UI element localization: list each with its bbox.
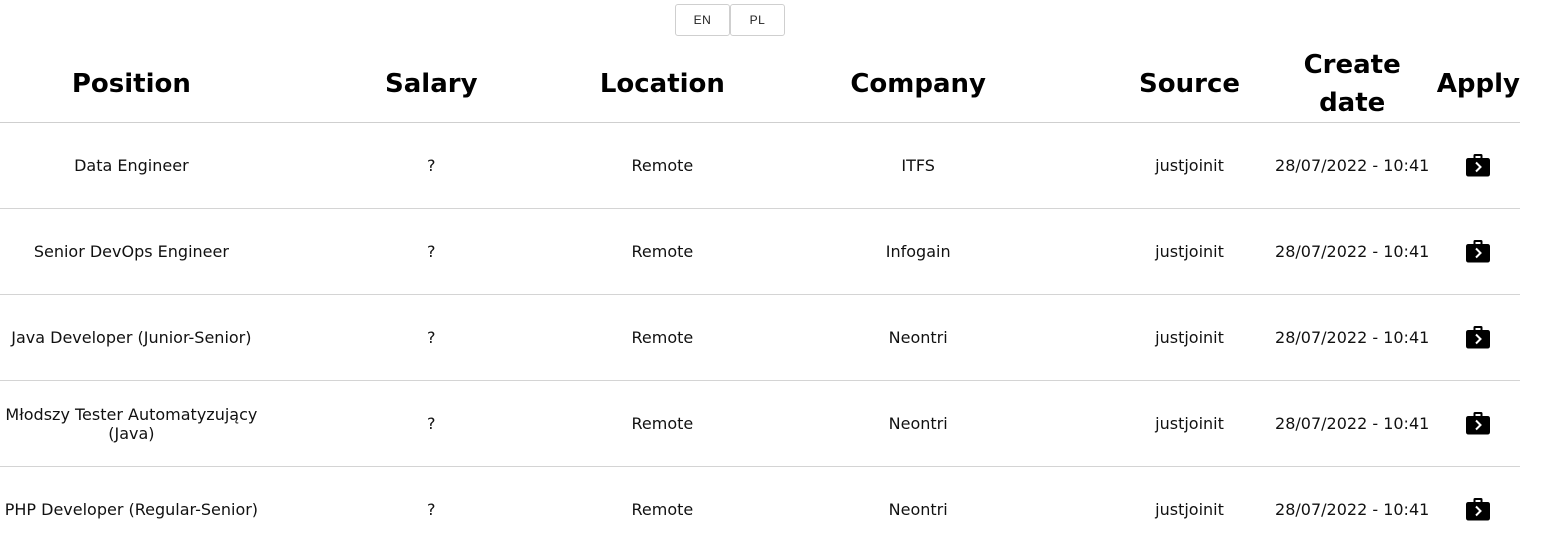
header-apply: Apply bbox=[1437, 46, 1520, 123]
cell-source: justjoinit bbox=[1111, 123, 1267, 209]
language-switch: EN PL bbox=[675, 4, 785, 36]
header-salary: Salary bbox=[263, 46, 600, 123]
lang-pl-button[interactable]: PL bbox=[730, 4, 785, 36]
cell-source: justjoinit bbox=[1111, 209, 1267, 295]
lang-en-button[interactable]: EN bbox=[675, 4, 730, 36]
cell-position: Java Developer (Junior-Senior) bbox=[0, 295, 263, 381]
cell-source: justjoinit bbox=[1111, 467, 1267, 552]
briefcase-arrow-icon bbox=[1465, 497, 1491, 521]
cell-salary: ? bbox=[263, 467, 600, 552]
cell-position: Senior DevOps Engineer bbox=[0, 209, 263, 295]
cell-company: Neontri bbox=[725, 381, 1112, 467]
briefcase-arrow-icon bbox=[1465, 411, 1491, 435]
briefcase-arrow-icon bbox=[1465, 239, 1491, 263]
jobs-table: Position Salary Location Company Source … bbox=[0, 46, 1520, 552]
cell-salary: ? bbox=[263, 123, 600, 209]
cell-create-date: 28/07/2022 - 10:41 bbox=[1268, 467, 1437, 552]
cell-create-date: 28/07/2022 - 10:41 bbox=[1268, 295, 1437, 381]
cell-company: Neontri bbox=[725, 295, 1112, 381]
cell-create-date: 28/07/2022 - 10:41 bbox=[1268, 123, 1437, 209]
cell-salary: ? bbox=[263, 295, 600, 381]
apply-button[interactable] bbox=[1463, 322, 1493, 352]
cell-apply bbox=[1437, 381, 1520, 467]
cell-create-date: 28/07/2022 - 10:41 bbox=[1268, 381, 1437, 467]
table-header-row: Position Salary Location Company Source … bbox=[0, 46, 1520, 123]
cell-position: PHP Developer (Regular-Senior) bbox=[0, 467, 263, 552]
cell-position: Data Engineer bbox=[0, 123, 263, 209]
header-company: Company bbox=[725, 46, 1112, 123]
table-row: Senior DevOps Engineer ? Remote Infogain… bbox=[0, 209, 1520, 295]
cell-source: justjoinit bbox=[1111, 381, 1267, 467]
cell-location: Remote bbox=[600, 209, 725, 295]
table-row: Młodszy Tester Automatyzujący (Java) ? R… bbox=[0, 381, 1520, 467]
cell-apply bbox=[1437, 123, 1520, 209]
cell-location: Remote bbox=[600, 381, 725, 467]
cell-apply bbox=[1437, 467, 1520, 552]
cell-location: Remote bbox=[600, 295, 725, 381]
apply-button[interactable] bbox=[1463, 236, 1493, 266]
cell-location: Remote bbox=[600, 467, 725, 552]
apply-button[interactable] bbox=[1463, 408, 1493, 438]
cell-apply bbox=[1437, 209, 1520, 295]
header-location: Location bbox=[600, 46, 725, 123]
header-source: Source bbox=[1111, 46, 1267, 123]
header-create-date: Create date bbox=[1268, 46, 1437, 123]
apply-button[interactable] bbox=[1463, 150, 1493, 180]
table-row: Data Engineer ? Remote ITFS justjoinit 2… bbox=[0, 123, 1520, 209]
table-row: Java Developer (Junior-Senior) ? Remote … bbox=[0, 295, 1520, 381]
cell-source: justjoinit bbox=[1111, 295, 1267, 381]
cell-location: Remote bbox=[600, 123, 725, 209]
briefcase-arrow-icon bbox=[1465, 325, 1491, 349]
cell-company: ITFS bbox=[725, 123, 1112, 209]
cell-apply bbox=[1437, 295, 1520, 381]
cell-salary: ? bbox=[263, 209, 600, 295]
apply-button[interactable] bbox=[1463, 494, 1493, 524]
cell-company: Neontri bbox=[725, 467, 1112, 552]
cell-create-date: 28/07/2022 - 10:41 bbox=[1268, 209, 1437, 295]
header-position: Position bbox=[0, 46, 263, 123]
table-row: PHP Developer (Regular-Senior) ? Remote … bbox=[0, 467, 1520, 552]
cell-salary: ? bbox=[263, 381, 600, 467]
cell-position: Młodszy Tester Automatyzujący (Java) bbox=[0, 381, 263, 467]
briefcase-arrow-icon bbox=[1465, 153, 1491, 177]
cell-company: Infogain bbox=[725, 209, 1112, 295]
